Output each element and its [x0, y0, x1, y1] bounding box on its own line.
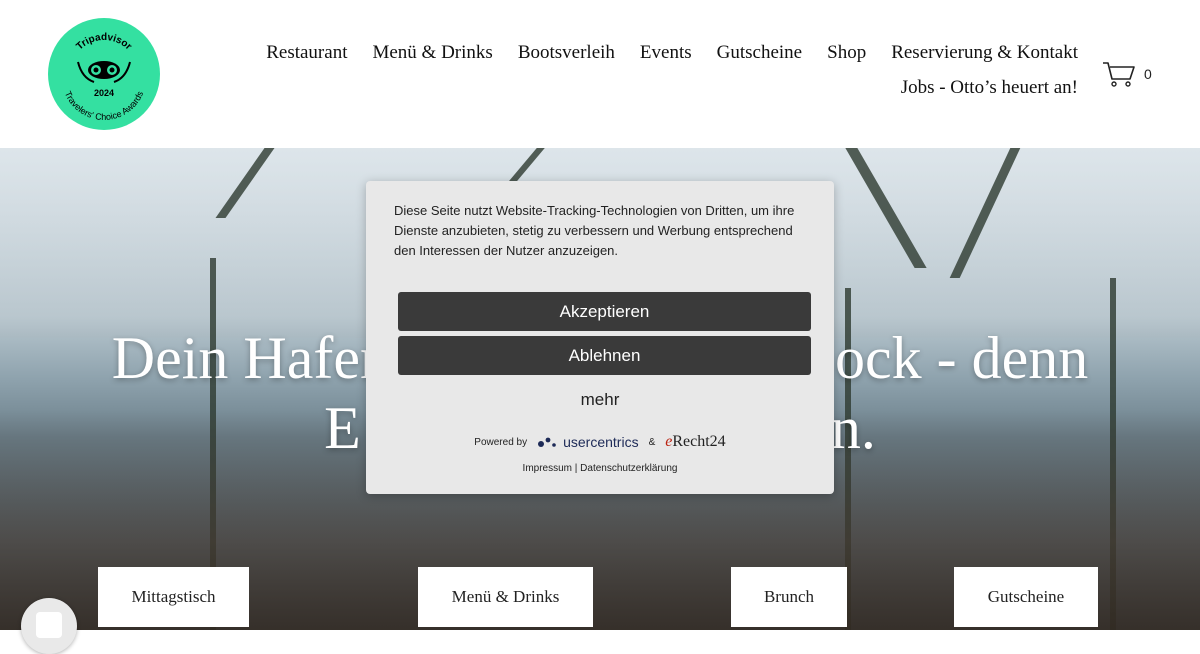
badge-year: 2024	[94, 88, 114, 98]
tripadvisor-badge-graphic: Tripadvisor Travelers' Choice Awards 202…	[63, 32, 146, 122]
powered-by-label: Powered by	[474, 436, 528, 448]
consent-footer-links: Impressum | Datenschutzerklärung	[366, 463, 834, 474]
hero-title-line2-end: n.	[830, 395, 876, 461]
privacy-settings-button[interactable]	[21, 598, 77, 654]
cart-icon	[1103, 62, 1135, 87]
usercentrics-text: usercentrics	[563, 434, 639, 450]
nav-item-shop[interactable]: Shop	[827, 42, 866, 64]
tile-mittagstisch[interactable]: Mittagstisch	[98, 567, 249, 627]
link-separator: |	[574, 463, 578, 474]
usercentrics-icon	[538, 437, 556, 447]
nav-item-menu-drinks[interactable]: Menü & Drinks	[372, 42, 492, 64]
tile-brunch[interactable]: Brunch	[731, 567, 847, 627]
nav-item-restaurant[interactable]: Restaurant	[266, 42, 347, 64]
consent-text: Diese Seite nutzt Website-Tracking-Techn…	[394, 203, 795, 258]
nav-item-events[interactable]: Events	[640, 42, 692, 64]
ampersand: &	[648, 436, 656, 448]
erecht24-text: Recht24	[672, 433, 726, 450]
tile-gutscheine[interactable]: Gutscheine	[954, 567, 1098, 627]
decline-button[interactable]: Ablehnen	[398, 336, 811, 375]
site-header: Tripadvisor Travelers' Choice Awards 202…	[0, 0, 1200, 148]
main-nav: Restaurant Menü & Drinks Bootsverleih Ev…	[266, 42, 1078, 99]
erecht24-logo[interactable]: eRecht24	[665, 433, 725, 451]
hero-title-line2-start: E	[324, 395, 361, 461]
powered-by: Powered by usercentrics & eRecht24	[366, 433, 834, 451]
cart-count: 0	[1144, 66, 1152, 82]
cart-button[interactable]: 0	[1102, 60, 1152, 88]
usercentrics-logo[interactable]: usercentrics	[537, 434, 639, 450]
tile-menu-drinks[interactable]: Menü & Drinks	[418, 567, 593, 627]
hero-title-line1-start: Dein Hafen	[111, 325, 390, 391]
nav-item-gutscheine[interactable]: Gutscheine	[717, 42, 802, 64]
nav-item-bootsverleih[interactable]: Bootsverleih	[518, 42, 615, 64]
privacy-link[interactable]: Datenschutzerklärung	[580, 463, 677, 474]
hero-title-line1-end: ock - denn	[834, 325, 1089, 391]
tripadvisor-badge[interactable]: Tripadvisor Travelers' Choice Awards 202…	[48, 18, 160, 130]
badge-brand: Tripadvisor	[74, 32, 133, 52]
nav-row-1: Restaurant Menü & Drinks Bootsverleih Ev…	[266, 42, 1078, 64]
nav-row-2: Jobs - Otto’s heuert an!	[266, 77, 1078, 99]
owl-icon	[77, 61, 131, 83]
accept-button[interactable]: Akzeptieren	[398, 292, 811, 331]
nav-item-reservierung-kontakt[interactable]: Reservierung & Kontakt	[891, 42, 1078, 64]
nav-item-jobs[interactable]: Jobs - Otto’s heuert an!	[901, 77, 1078, 99]
more-link[interactable]: mehr	[366, 390, 834, 410]
fingerprint-icon	[36, 612, 62, 638]
impressum-link[interactable]: Impressum	[523, 463, 572, 474]
cookie-consent-dialog: Diese Seite nutzt Website-Tracking-Techn…	[366, 181, 834, 494]
